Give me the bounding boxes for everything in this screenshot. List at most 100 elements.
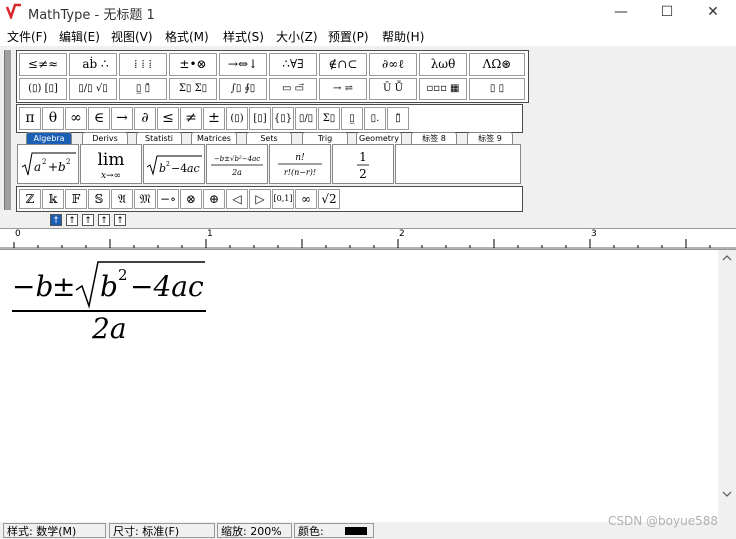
ruler-mark-2: 2 <box>399 229 405 239</box>
pick-toolbar-5-button[interactable]: ↑ <box>114 214 126 226</box>
window-title: MathType - 无标题 1 <box>28 8 155 23</box>
template-one-half[interactable]: 1 2 <box>332 144 394 184</box>
minimize-button[interactable]: — <box>598 0 644 24</box>
symbol-palette: ≤≠≈ aḃ ∴ ⁞ ⁞ ⁞ ±•⊗ →⇔↓ ∴∀∃ ∉∩⊂ ∂∞ℓ λωθ … <box>16 50 529 103</box>
relational-symbols-button[interactable]: ≤≠≈ <box>19 53 67 76</box>
brackets-button[interactable]: [▯] <box>249 107 271 130</box>
set-theory-button[interactable]: ∉∩⊂ <box>319 53 367 76</box>
pi-button[interactable]: π <box>19 107 41 130</box>
pick-toolbar-3-button[interactable]: ↑ <box>82 214 94 226</box>
labeled-arrow-button[interactable]: → ⇌ <box>319 78 367 100</box>
less-equal-button[interactable]: ≤ <box>157 107 179 130</box>
fraction-button[interactable]: ▯/▯ <box>295 107 317 130</box>
svg-text:+: + <box>48 160 58 174</box>
equation-denominator: 2a <box>92 312 127 345</box>
summation-button[interactable]: Σ▯ <box>318 107 340 130</box>
svg-text:ac: ac <box>187 162 200 175</box>
parentheses-button[interactable]: (▯) <box>226 107 248 130</box>
plus-minus-button[interactable]: ± <box>203 107 225 130</box>
braces-button[interactable]: {▯} <box>272 107 294 130</box>
theta-button[interactable]: θ <box>42 107 64 130</box>
box-templates-button[interactable]: ▯ ▯ <box>469 78 525 100</box>
interval-button[interactable]: [0,1] <box>272 189 294 209</box>
template-pythagoras[interactable]: a 2 + b 2 <box>17 144 79 184</box>
menu-edit[interactable]: 编辑(E) <box>59 28 100 45</box>
template-quadratic-formula[interactable]: −b±√b²−4ac 2a <box>206 144 268 184</box>
fraktur-a-symbol-button[interactable]: 𝔄 <box>111 189 133 209</box>
matrix-templates-button[interactable]: ▫▫▫ ▦ <box>419 78 467 100</box>
dot-accent-button[interactable]: ▯. <box>364 107 386 130</box>
overbar-underbar-button[interactable]: ▭ ▭⃗ <box>269 78 317 100</box>
products-set-theory-button[interactable]: Ū Ṻ <box>369 78 417 100</box>
status-zoom: 缩放: 200% <box>217 523 292 538</box>
pick-toolbar-1-button[interactable]: ↑ <box>50 214 62 226</box>
template-discriminant[interactable]: b 2 −4 ac <box>143 144 205 184</box>
field-k-symbol-button[interactable]: 𝕜 <box>42 189 64 209</box>
infinity-row5-button[interactable]: ∞ <box>295 189 317 209</box>
equation-radicand-b: b <box>100 270 118 303</box>
subscript-button[interactable]: ▯̲ <box>341 107 363 130</box>
template-combination-icon: n! r!(n−r)! <box>278 153 322 177</box>
status-bar: 样式: 数学(M) 尺寸: 标准(F) 缩放: 200% 颜色: CSDN @b… <box>0 514 736 539</box>
right-arrow-button[interactable]: → <box>111 107 133 130</box>
template-one-half-icon: 1 2 <box>357 150 369 181</box>
menu-file[interactable]: 文件(F) <box>7 28 47 45</box>
svg-text:x→∞: x→∞ <box>101 171 121 181</box>
symbol-bar-row5: ℤ 𝕜 𝔽 𝕊 𝔄 𝔐 −∘ ⊗ ⊕ ◁ ▷ [0,1] ∞ √2 <box>16 186 523 212</box>
multimap-symbol-button[interactable]: −∘ <box>157 189 179 209</box>
set-s-symbol-button[interactable]: 𝕊 <box>88 189 110 209</box>
circled-times-button[interactable]: ⊗ <box>180 189 202 209</box>
summation-templates-button[interactable]: Σ▯ Σ▯ <box>169 78 217 100</box>
title-bar: MathType - 无标题 1 — ☐ ✕ <box>0 0 736 24</box>
menu-preferences[interactable]: 预置(P) <box>328 28 369 45</box>
menu-help[interactable]: 帮助(H) <box>382 28 424 45</box>
misc-symbols-button[interactable]: ∂∞ℓ <box>369 53 417 76</box>
element-of-button[interactable]: ∈ <box>88 107 110 130</box>
integral-templates-button[interactable]: ∫▯ ∮▯ <box>219 78 267 100</box>
field-f-symbol-button[interactable]: 𝔽 <box>65 189 87 209</box>
infinity-button[interactable]: ∞ <box>65 107 87 130</box>
equation-exponent: 2 <box>118 266 128 284</box>
equation-plus-minus: ± <box>52 270 76 303</box>
logical-symbols-button[interactable]: ∴∀∃ <box>269 53 317 76</box>
menu-size[interactable]: 大小(Z) <box>276 28 318 45</box>
menu-view[interactable]: 视图(V) <box>111 28 153 45</box>
partial-button[interactable]: ∂ <box>134 107 156 130</box>
ruler[interactable]: 0 1 2 3 <box>0 228 736 250</box>
left-triangle-button[interactable]: ◁ <box>226 189 248 209</box>
subscript-superscript-button[interactable]: ▯̲ ▯̄ <box>119 78 167 100</box>
template-pythagoras-icon: a 2 + b 2 <box>21 152 76 176</box>
template-limit[interactable]: lim x→∞ <box>80 144 142 184</box>
fence-templates-button[interactable]: (▯) [▯] <box>19 78 67 100</box>
menu-style[interactable]: 样式(S) <box>223 28 264 45</box>
not-equal-button[interactable]: ≠ <box>180 107 202 130</box>
maximize-button[interactable]: ☐ <box>644 0 690 24</box>
sqrt-two-button[interactable]: √2 <box>318 189 340 209</box>
equation-minus-b: −b <box>12 270 54 303</box>
svg-text:−b±√b²−4ac: −b±√b²−4ac <box>214 155 260 163</box>
greek-lowercase-button[interactable]: λωθ <box>419 53 467 76</box>
pick-toolbar-4-button[interactable]: ↑ <box>98 214 110 226</box>
fraction-radical-button[interactable]: ▯/▯ √▯ <box>69 78 117 100</box>
greek-uppercase-button[interactable]: ΛΩ⊛ <box>469 53 525 76</box>
spaces-ellipses-button[interactable]: aḃ ∴ <box>69 53 117 76</box>
svg-text:lim: lim <box>98 150 125 170</box>
double-dot-accent-button[interactable]: ▯̈ <box>387 107 409 130</box>
equation-editor[interactable]: −b ± b 2 −4ac 2a <box>0 250 718 522</box>
vertical-scrollbar[interactable] <box>718 250 736 522</box>
operator-symbols-button[interactable]: ±•⊗ <box>169 53 217 76</box>
close-button[interactable]: ✕ <box>690 0 736 24</box>
embellishments-button[interactable]: ⁞ ⁞ ⁞ <box>119 53 167 76</box>
template-empty-slot[interactable] <box>395 144 521 184</box>
toolbar-grip[interactable] <box>4 50 11 210</box>
menu-format[interactable]: 格式(M) <box>165 28 209 45</box>
template-combination[interactable]: n! r!(n−r)! <box>269 144 331 184</box>
right-triangle-button[interactable]: ▷ <box>249 189 271 209</box>
small-symbol-bar: π θ ∞ ∈ → ∂ ≤ ≠ ± (▯) [▯] {▯} ▯/▯ Σ▯ ▯̲ … <box>16 104 523 133</box>
pick-toolbar-2-button[interactable]: ↑ <box>66 214 78 226</box>
integers-symbol-button[interactable]: ℤ <box>19 189 41 209</box>
circled-plus-button[interactable]: ⊕ <box>203 189 225 209</box>
arrow-symbols-button[interactable]: →⇔↓ <box>219 53 267 76</box>
equation-fraction: −b ± b 2 −4ac 2a <box>12 254 208 350</box>
fraktur-m-symbol-button[interactable]: 𝔐 <box>134 189 156 209</box>
